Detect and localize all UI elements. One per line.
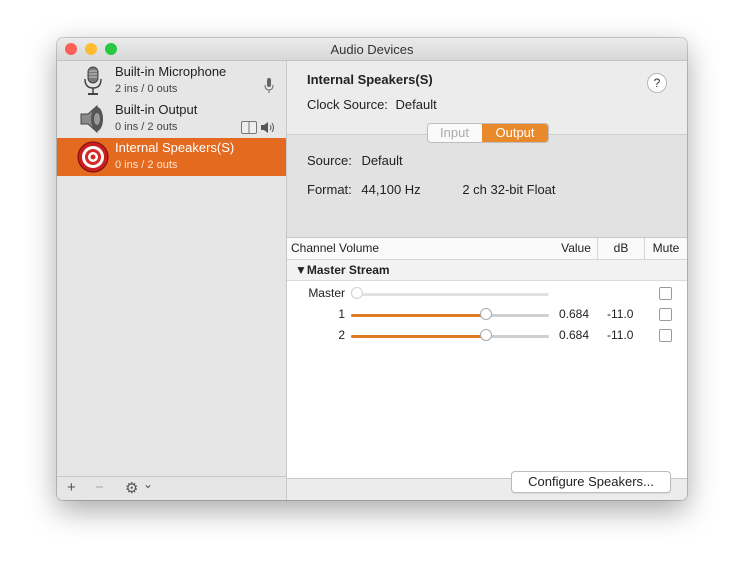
add-device-button[interactable]: +: [67, 479, 76, 496]
mute-checkbox[interactable]: [659, 329, 672, 342]
volume-slider: [351, 287, 549, 299]
volume-slider-knob[interactable]: [480, 329, 493, 341]
device-io: 0 ins / 2 outs: [115, 159, 178, 171]
device-io: 2 ins / 0 outs: [115, 83, 178, 95]
device-item-built-in-microphone[interactable]: Built-in Microphone 2 ins / 0 outs: [57, 62, 286, 100]
device-name: Internal Speakers(S): [115, 140, 235, 155]
input-mic-icon: [264, 78, 274, 93]
input-output-tabs: Input Output: [427, 123, 549, 143]
source-value[interactable]: Default: [361, 153, 402, 168]
volume-slider[interactable]: [351, 308, 549, 320]
configure-speakers-button[interactable]: Configure Speakers...: [511, 471, 671, 493]
column-header-channel-volume: Channel Volume: [287, 238, 556, 259]
column-header-mute: Mute: [645, 238, 687, 259]
remove-device-button[interactable]: −: [95, 479, 104, 496]
format-detail[interactable]: 2 ch 32-bit Float: [462, 182, 555, 197]
volume-slider-knob[interactable]: [480, 308, 493, 320]
bottom-bar: Configure Speakers...: [287, 471, 687, 500]
volume-slider-fill: [351, 314, 487, 317]
volume-db: -11.0: [607, 307, 634, 321]
window-title: Audio Devices: [330, 42, 414, 57]
volume-slider-fill: [351, 335, 487, 338]
device-detail-panel: Internal Speakers(S) Clock Source: Defau…: [287, 61, 687, 500]
target-speaker-icon: [77, 141, 109, 173]
device-io: 0 ins / 2 outs: [115, 121, 178, 133]
clock-source: Clock Source: Default: [307, 97, 437, 112]
volume-slider-knob: [351, 287, 363, 299]
finder-icon: [241, 121, 257, 134]
channel-volume-table: Channel Volume Value dB Mute ▼Master Str…: [287, 237, 687, 478]
format-rate[interactable]: 44,100 Hz: [361, 182, 420, 197]
mute-checkbox[interactable]: [659, 287, 672, 300]
device-title: Internal Speakers(S): [307, 72, 433, 87]
mute-checkbox[interactable]: [659, 308, 672, 321]
device-name: Built-in Output: [115, 102, 198, 117]
microphone-icon: [84, 66, 102, 95]
device-list: Built-in Microphone 2 ins / 0 outs Built…: [57, 61, 287, 500]
speaker-icon: [80, 104, 103, 134]
device-item-built-in-output[interactable]: Built-in Output 0 ins / 2 outs: [57, 100, 286, 138]
column-header-value: Value: [555, 238, 598, 259]
tab-input[interactable]: Input: [428, 125, 481, 140]
format-row: Format: 44,100 Hz 2 ch 32-bit Float: [307, 182, 556, 197]
chevron-down-icon[interactable]: ⌄: [143, 477, 153, 491]
title-bar: Audio Devices: [57, 38, 687, 61]
volume-value: 0.684: [559, 328, 590, 342]
channel-label: 1: [338, 307, 345, 321]
device-item-internal-speakers[interactable]: Internal Speakers(S) 0 ins / 2 outs: [57, 138, 286, 176]
master-stream-label: ▼Master Stream: [295, 263, 390, 277]
device-name: Built-in Microphone: [115, 64, 227, 79]
source-label: Source:: [307, 153, 352, 168]
gear-icon[interactable]: ⚙: [125, 479, 138, 497]
tab-output[interactable]: Output: [482, 124, 548, 142]
output-speaker-icon: [261, 122, 274, 133]
volume-slider[interactable]: [351, 329, 549, 341]
clock-source-label: Clock Source:: [307, 97, 388, 112]
source-row: Source: Default: [307, 153, 403, 168]
sidebar-footer: + − ⚙ ⌄: [57, 476, 286, 500]
column-header-db: dB: [598, 238, 645, 259]
volume-value: 0.684: [559, 307, 590, 321]
audio-devices-window: Audio Devices Built-in Microphone 2 ins …: [57, 38, 687, 500]
master-stream-row[interactable]: ▼Master Stream: [287, 260, 687, 281]
format-label: Format:: [307, 182, 352, 197]
clock-source-value[interactable]: Default: [396, 97, 437, 112]
channel-label: 2: [338, 328, 345, 342]
stream-info: Source: Default Format: 44,100 Hz 2 ch 3…: [287, 134, 687, 238]
help-button[interactable]: ?: [647, 73, 667, 93]
channel-label: Master: [308, 286, 345, 300]
volume-db: -11.0: [607, 328, 634, 342]
